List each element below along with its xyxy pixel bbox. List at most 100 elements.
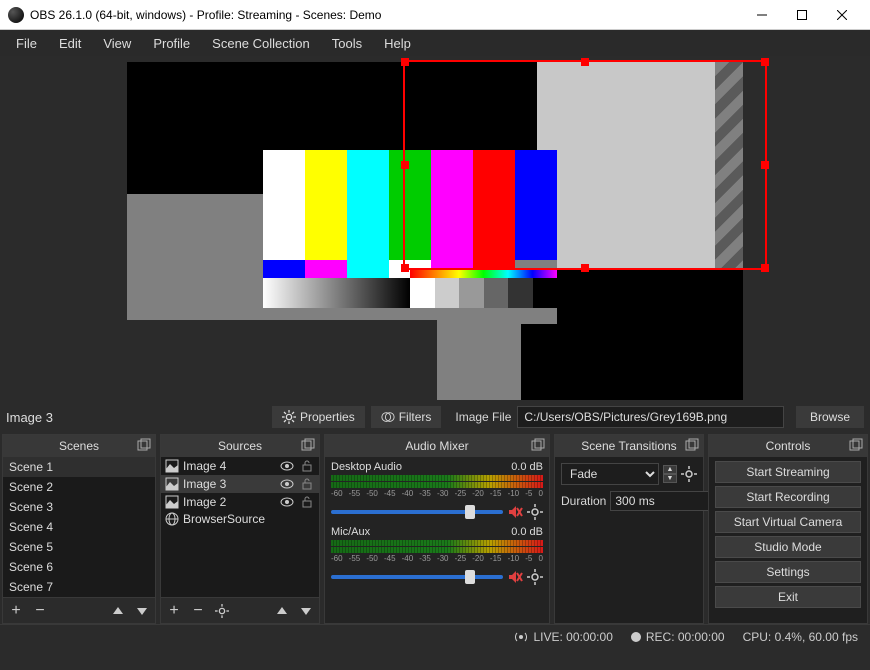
move-source-down-button[interactable] [297,602,315,620]
browse-button[interactable]: Browse [796,406,864,428]
menubar: File Edit View Profile Scene Collection … [0,30,870,56]
settings-button[interactable]: Settings [715,561,861,583]
move-scene-up-button[interactable] [109,602,127,620]
preview-area[interactable] [0,56,870,402]
source-item[interactable]: Image 3 [161,475,319,493]
volume-slider[interactable] [331,510,503,514]
filters-icon [381,410,395,424]
window-title: OBS 26.1.0 (64-bit, windows) - Profile: … [30,8,742,22]
preview-canvas[interactable] [127,62,743,400]
mixer-channel: Mic/Aux0.0 dB -60-55-50-45-40-35-30-25-2… [325,522,549,587]
audio-mixer-panel: Audio Mixer Desktop Audio0.0 dB -60-55-5… [324,434,550,624]
source-item[interactable]: BrowserSource [161,511,319,527]
sources-list[interactable]: Image 4 Image 3 Image 2 BrowserSource [161,457,319,597]
channel-settings-button[interactable] [527,569,543,585]
image-file-field-label: Image File [455,410,511,424]
lock-toggle[interactable] [299,494,315,510]
scenes-toolbar: + − [3,597,155,623]
mixer-db: 0.0 dB [511,526,543,538]
source-name: Image 3 [183,477,275,491]
start-streaming-button[interactable]: Start Streaming [715,461,861,483]
transition-type-select[interactable]: Fade [561,463,659,485]
add-source-button[interactable]: + [165,602,183,620]
start-virtual-camera-button[interactable]: Start Virtual Camera [715,511,861,533]
properties-button[interactable]: Properties [272,406,365,428]
popout-icon[interactable] [531,438,545,452]
status-cpu: CPU: 0.4%, 60.00 fps [743,630,858,644]
scenes-list[interactable]: Scene 1 Scene 2 Scene 3 Scene 4 Scene 5 … [3,457,155,597]
mixer-channel: Desktop Audio0.0 dB -60-55-50-45-40-35-3… [325,457,549,522]
visibility-toggle[interactable] [279,458,295,474]
preview-letterbox [127,320,437,400]
remove-source-button[interactable]: − [189,602,207,620]
filters-button[interactable]: Filters [371,406,442,428]
mute-button[interactable] [507,504,523,520]
menu-help[interactable]: Help [374,34,421,53]
start-recording-button[interactable]: Start Recording [715,486,861,508]
scene-item[interactable]: Scene 1 [3,457,155,477]
scene-item[interactable]: Scene 2 [3,477,155,497]
studio-mode-button[interactable]: Studio Mode [715,536,861,558]
source-item[interactable]: Image 2 [161,493,319,511]
source-name: Image 4 [183,459,275,473]
menu-edit[interactable]: Edit [49,34,91,53]
controls-panel-title: Controls [766,439,811,453]
source-item[interactable]: Image 4 [161,457,319,475]
menu-file[interactable]: File [6,34,47,53]
lock-toggle[interactable] [299,458,315,474]
chevron-up-icon: ▲ [663,465,677,474]
close-button[interactable] [822,0,862,30]
move-scene-down-button[interactable] [133,602,151,620]
mixer-panel-title: Audio Mixer [405,439,468,453]
status-live: LIVE: 00:00:00 [514,630,612,644]
titlebar: OBS 26.1.0 (64-bit, windows) - Profile: … [0,0,870,30]
popout-icon[interactable] [849,438,863,452]
mixer-db: 0.0 dB [511,461,543,473]
scenes-panel-title: Scenes [59,439,99,453]
menu-view[interactable]: View [93,34,141,53]
scene-item[interactable]: Scene 3 [3,497,155,517]
dock-area: Scenes Scene 1 Scene 2 Scene 3 Scene 4 S… [0,432,870,624]
image-icon [165,459,179,473]
image-file-path-input[interactable] [517,406,784,428]
scene-item[interactable]: Scene 6 [3,557,155,577]
scene-item[interactable]: Scene 4 [3,517,155,537]
remove-scene-button[interactable]: − [31,602,49,620]
menu-profile[interactable]: Profile [143,34,200,53]
visibility-toggle[interactable] [279,494,295,510]
sources-toolbar: + − [161,597,319,623]
globe-icon [165,512,179,526]
add-scene-button[interactable]: + [7,602,25,620]
transition-settings-button[interactable] [681,466,697,482]
statusbar: LIVE: 00:00:00 REC: 00:00:00 CPU: 0.4%, … [0,624,870,648]
exit-button[interactable]: Exit [715,586,861,608]
popout-icon[interactable] [301,438,315,452]
app-icon [8,7,24,23]
transition-type-spinner[interactable]: ▲▼ [663,465,677,483]
visibility-toggle[interactable] [279,476,295,492]
maximize-button[interactable] [782,0,822,30]
source-property-row: Image 3 Properties Filters Image File Br… [0,402,870,432]
transitions-panel: Scene Transitions Fade ▲▼ Duration ▲▼ [554,434,704,624]
channel-settings-button[interactable] [527,504,543,520]
source-name: BrowserSource [183,512,315,526]
menu-tools[interactable]: Tools [322,34,372,53]
popout-icon[interactable] [685,438,699,452]
scenes-panel: Scenes Scene 1 Scene 2 Scene 3 Scene 4 S… [2,434,156,624]
duration-label: Duration [561,494,606,508]
move-source-up-button[interactable] [273,602,291,620]
mute-button[interactable] [507,569,523,585]
menu-scene-collection[interactable]: Scene Collection [202,34,320,53]
chevron-down-icon: ▼ [663,474,677,483]
scene-item[interactable]: Scene 5 [3,537,155,557]
lock-toggle[interactable] [299,476,315,492]
source-greybox-b [537,62,743,268]
mixer-channel-name: Mic/Aux [331,526,370,538]
popout-icon[interactable] [137,438,151,452]
audio-meter [331,540,543,546]
volume-slider[interactable] [331,575,503,579]
scene-item[interactable]: Scene 7 [3,577,155,597]
source-properties-button[interactable] [213,602,231,620]
audio-meter [331,482,543,488]
minimize-button[interactable] [742,0,782,30]
